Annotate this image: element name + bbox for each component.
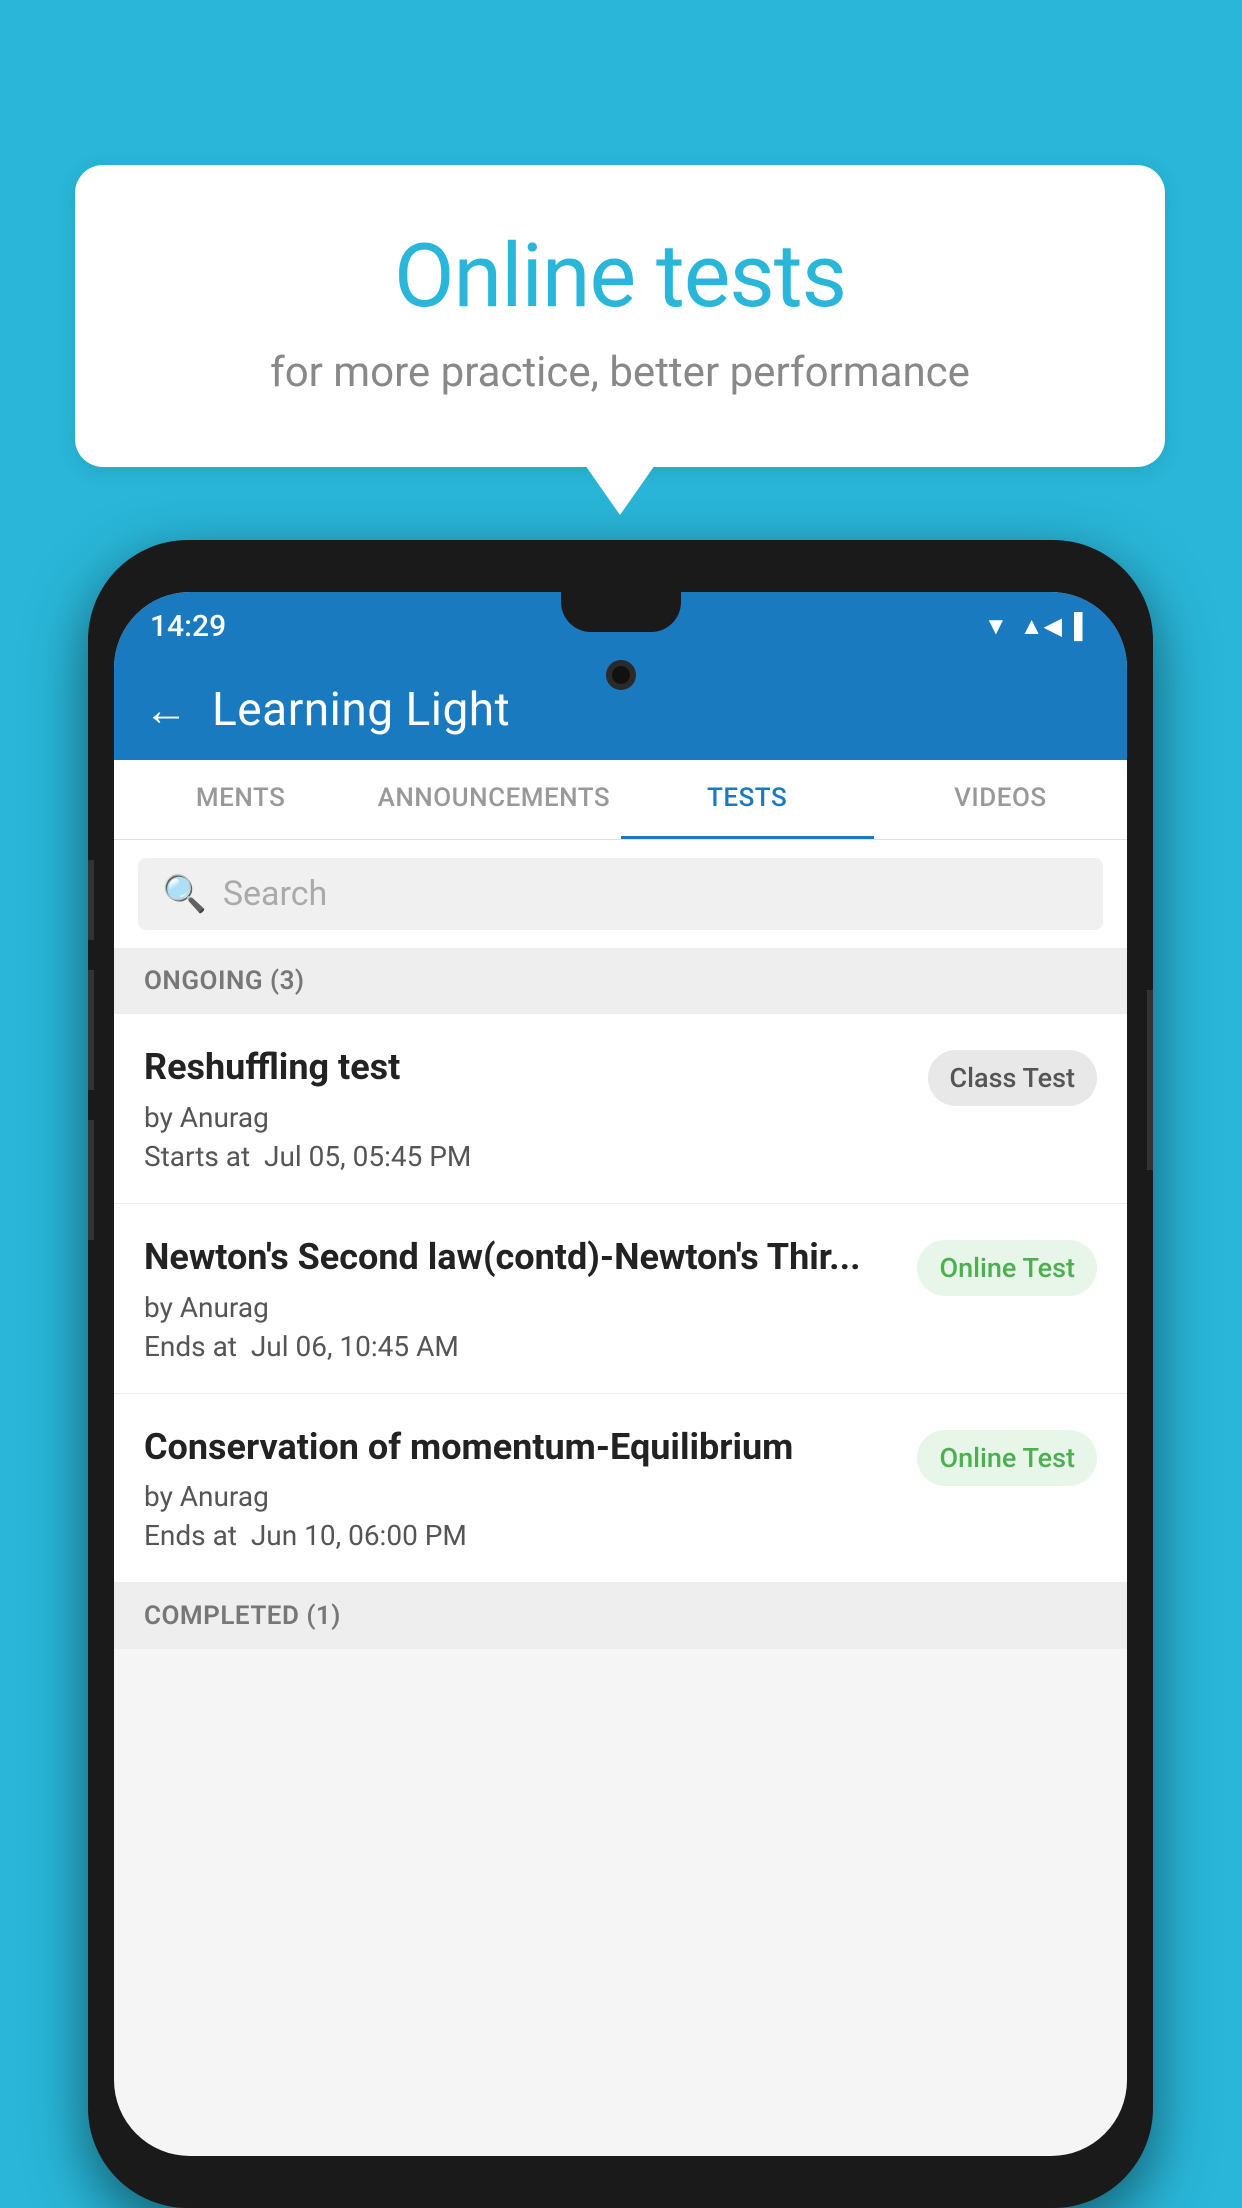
bubble-subtitle: for more practice, better performance — [155, 348, 1085, 397]
phone-frame: 14:29 ▼ ▲◀ ▌ ← Learning Light MENTS ANNO… — [88, 540, 1153, 2208]
test-badge-3: Online Test — [917, 1430, 1097, 1486]
test-item-1[interactable]: Reshuffling test by Anurag Starts at Jul… — [114, 1014, 1127, 1204]
test-item-2[interactable]: Newton's Second law(contd)-Newton's Thir… — [114, 1204, 1127, 1394]
test-badge-2: Online Test — [917, 1240, 1097, 1296]
volume-up-button[interactable] — [88, 860, 94, 940]
battery-icon: ▌ — [1074, 612, 1091, 641]
tab-videos[interactable]: VIDEOS — [874, 760, 1127, 839]
search-container: 🔍 Search — [114, 840, 1127, 948]
volume-down-button[interactable] — [88, 970, 94, 1090]
test-item-3[interactable]: Conservation of momentum-Equilibrium by … — [114, 1394, 1127, 1584]
test-info-3: Conservation of momentum-Equilibrium by … — [144, 1424, 917, 1553]
test-name-2: Newton's Second law(contd)-Newton's Thir… — [144, 1234, 897, 1281]
tab-tests[interactable]: TESTS — [621, 760, 874, 839]
test-author-2: by Anurag — [144, 1291, 897, 1324]
test-name-1: Reshuffling test — [144, 1044, 908, 1091]
tabs-bar: MENTS ANNOUNCEMENTS TESTS VIDEOS — [114, 760, 1127, 840]
volume-down2-button — [88, 1120, 94, 1240]
search-input[interactable]: Search — [223, 874, 327, 914]
test-time-1: Starts at Jul 05, 05:45 PM — [144, 1140, 908, 1173]
phone-notch — [561, 592, 681, 632]
test-time-2: Ends at Jul 06, 10:45 AM — [144, 1330, 897, 1363]
tab-ments[interactable]: MENTS — [114, 760, 367, 839]
test-author-1: by Anurag — [144, 1101, 908, 1134]
ongoing-section-header: ONGOING (3) — [114, 948, 1127, 1014]
bubble-title: Online tests — [155, 225, 1085, 328]
test-badge-1: Class Test — [928, 1050, 1098, 1106]
test-list: Reshuffling test by Anurag Starts at Jul… — [114, 1014, 1127, 1583]
signal-icon: ▲◀ — [1020, 612, 1062, 641]
completed-section-header: COMPLETED (1) — [114, 1583, 1127, 1649]
tab-announcements[interactable]: ANNOUNCEMENTS — [367, 760, 620, 839]
test-author-3: by Anurag — [144, 1480, 897, 1513]
test-info-2: Newton's Second law(contd)-Newton's Thir… — [144, 1234, 917, 1363]
app-title: Learning Light — [212, 683, 510, 737]
status-icons: ▼ ▲◀ ▌ — [984, 612, 1091, 641]
search-icon: 🔍 — [162, 873, 207, 915]
back-button[interactable]: ← — [144, 684, 188, 736]
test-name-3: Conservation of momentum-Equilibrium — [144, 1424, 897, 1471]
status-time: 14:29 — [150, 609, 226, 644]
speech-bubble: Online tests for more practice, better p… — [75, 165, 1165, 467]
test-time-3: Ends at Jun 10, 06:00 PM — [144, 1519, 897, 1552]
power-button[interactable] — [1147, 990, 1153, 1170]
phone-screen: 14:29 ▼ ▲◀ ▌ ← Learning Light MENTS ANNO… — [114, 592, 1127, 2156]
wifi-icon: ▼ — [984, 612, 1008, 641]
camera-lens — [612, 666, 630, 684]
camera — [606, 660, 636, 690]
test-info-1: Reshuffling test by Anurag Starts at Jul… — [144, 1044, 928, 1173]
search-bar[interactable]: 🔍 Search — [138, 858, 1103, 930]
